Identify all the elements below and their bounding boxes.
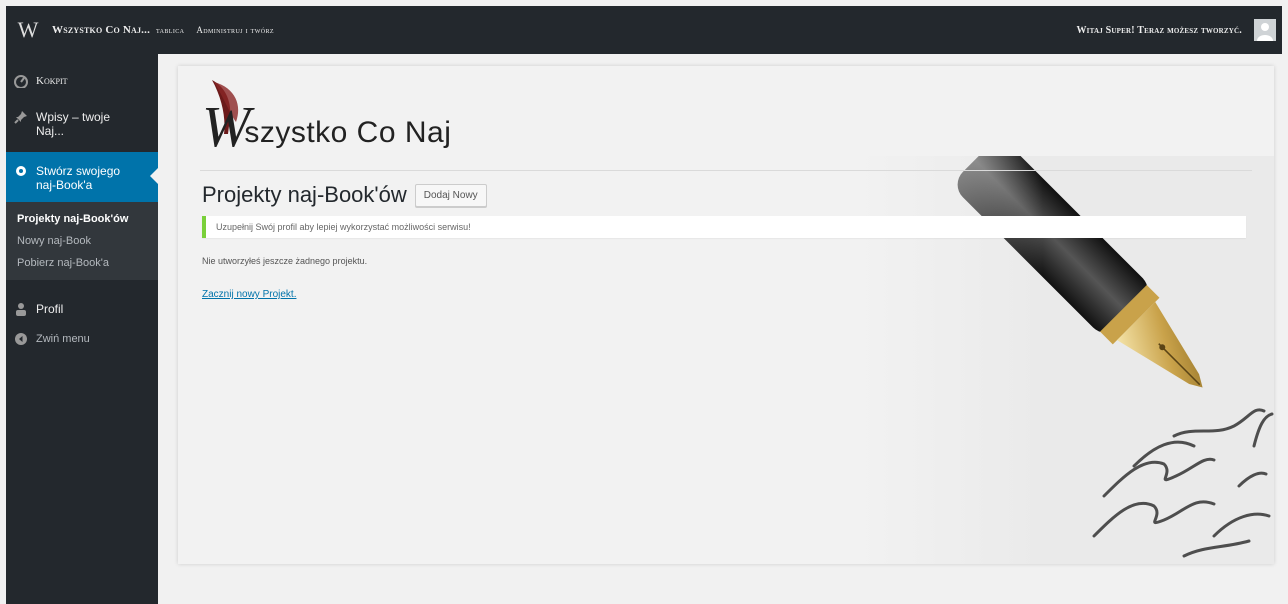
logo-text: szystko Co Naj: [244, 116, 452, 149]
user-avatar-icon: [1254, 19, 1276, 41]
admin-sidebar: Kokpit Wpisy – twoje Naj... Stwórz swoje…: [6, 54, 158, 604]
profile-notice: Uzupełnij Swój profil aby lepiej wykorzy…: [202, 216, 1246, 238]
page-title: Projekty naj-Book'ów: [202, 182, 407, 207]
site-name-link[interactable]: Wszystko Co Naj...: [46, 24, 156, 36]
page-title-row: Projekty naj-Book'ów Dodaj Nowy: [202, 182, 487, 208]
sidebar-item-label: Kokpit: [36, 75, 68, 87]
sidebar-item-label: Zwiń menu: [36, 333, 90, 345]
submenu-item-nowy[interactable]: Nowy naj-Book: [6, 230, 158, 252]
sidebar-item-label: Stwórz swojego naj-Book'a: [36, 164, 121, 192]
header-divider: [200, 170, 1252, 171]
empty-message: Nie utworzyłeś jeszcze żadnego projektu.: [202, 256, 368, 266]
submenu-item-projekty[interactable]: Projekty naj-Book'ów: [6, 208, 158, 230]
wordpress-logo-icon[interactable]: W: [10, 6, 46, 54]
pin-icon: [14, 110, 28, 124]
account-menu[interactable]: Witaj Super! Teraz możesz tworzyć.: [1070, 19, 1282, 41]
dashboard-link[interactable]: tablica: [150, 25, 190, 35]
sidebar-item-kokpit[interactable]: Kokpit: [6, 66, 158, 96]
collapse-icon: [14, 332, 28, 346]
sidebar-item-label: Wpisy – twoje Naj...: [36, 110, 111, 138]
logo-initial: W: [202, 94, 251, 159]
dashboard-icon: [14, 74, 28, 88]
add-new-button[interactable]: Dodaj Nowy: [414, 183, 487, 207]
start-project-link[interactable]: Zacznij nowy Projekt.: [202, 289, 296, 300]
admin-bar: W Wszystko Co Naj... tablica Administruj…: [6, 6, 1282, 54]
sidebar-item-wpisy[interactable]: Wpisy – twoje Naj...: [6, 102, 158, 146]
sidebar-item-label: Profil: [36, 302, 64, 316]
sidebar-item-stworz[interactable]: Stwórz swojego naj-Book'a: [6, 152, 158, 202]
submenu-item-pobierz[interactable]: Pobierz naj-Book'a: [6, 252, 158, 274]
main-content: W szystko Co Naj Projekty naj-Book'ów Do…: [178, 66, 1274, 564]
tagline-link[interactable]: Administruj i twórz: [190, 25, 280, 35]
site-logo: W szystko Co Naj: [202, 80, 452, 159]
notice-text: Uzupełnij Swój profil aby lepiej wykorzy…: [216, 222, 471, 232]
browser-frame: W Wszystko Co Naj... tablica Administruj…: [6, 6, 1282, 604]
sidebar-submenu: Projekty naj-Book'ów Nowy naj-Book Pobie…: [6, 202, 158, 280]
gear-icon: [14, 164, 28, 178]
sidebar-item-profil[interactable]: Profil: [6, 294, 158, 324]
avatar[interactable]: [1254, 19, 1276, 41]
user-icon: [14, 302, 28, 316]
greeting-text[interactable]: Witaj Super! Teraz możesz tworzyć.: [1070, 25, 1248, 36]
sidebar-collapse[interactable]: Zwiń menu: [6, 324, 158, 354]
